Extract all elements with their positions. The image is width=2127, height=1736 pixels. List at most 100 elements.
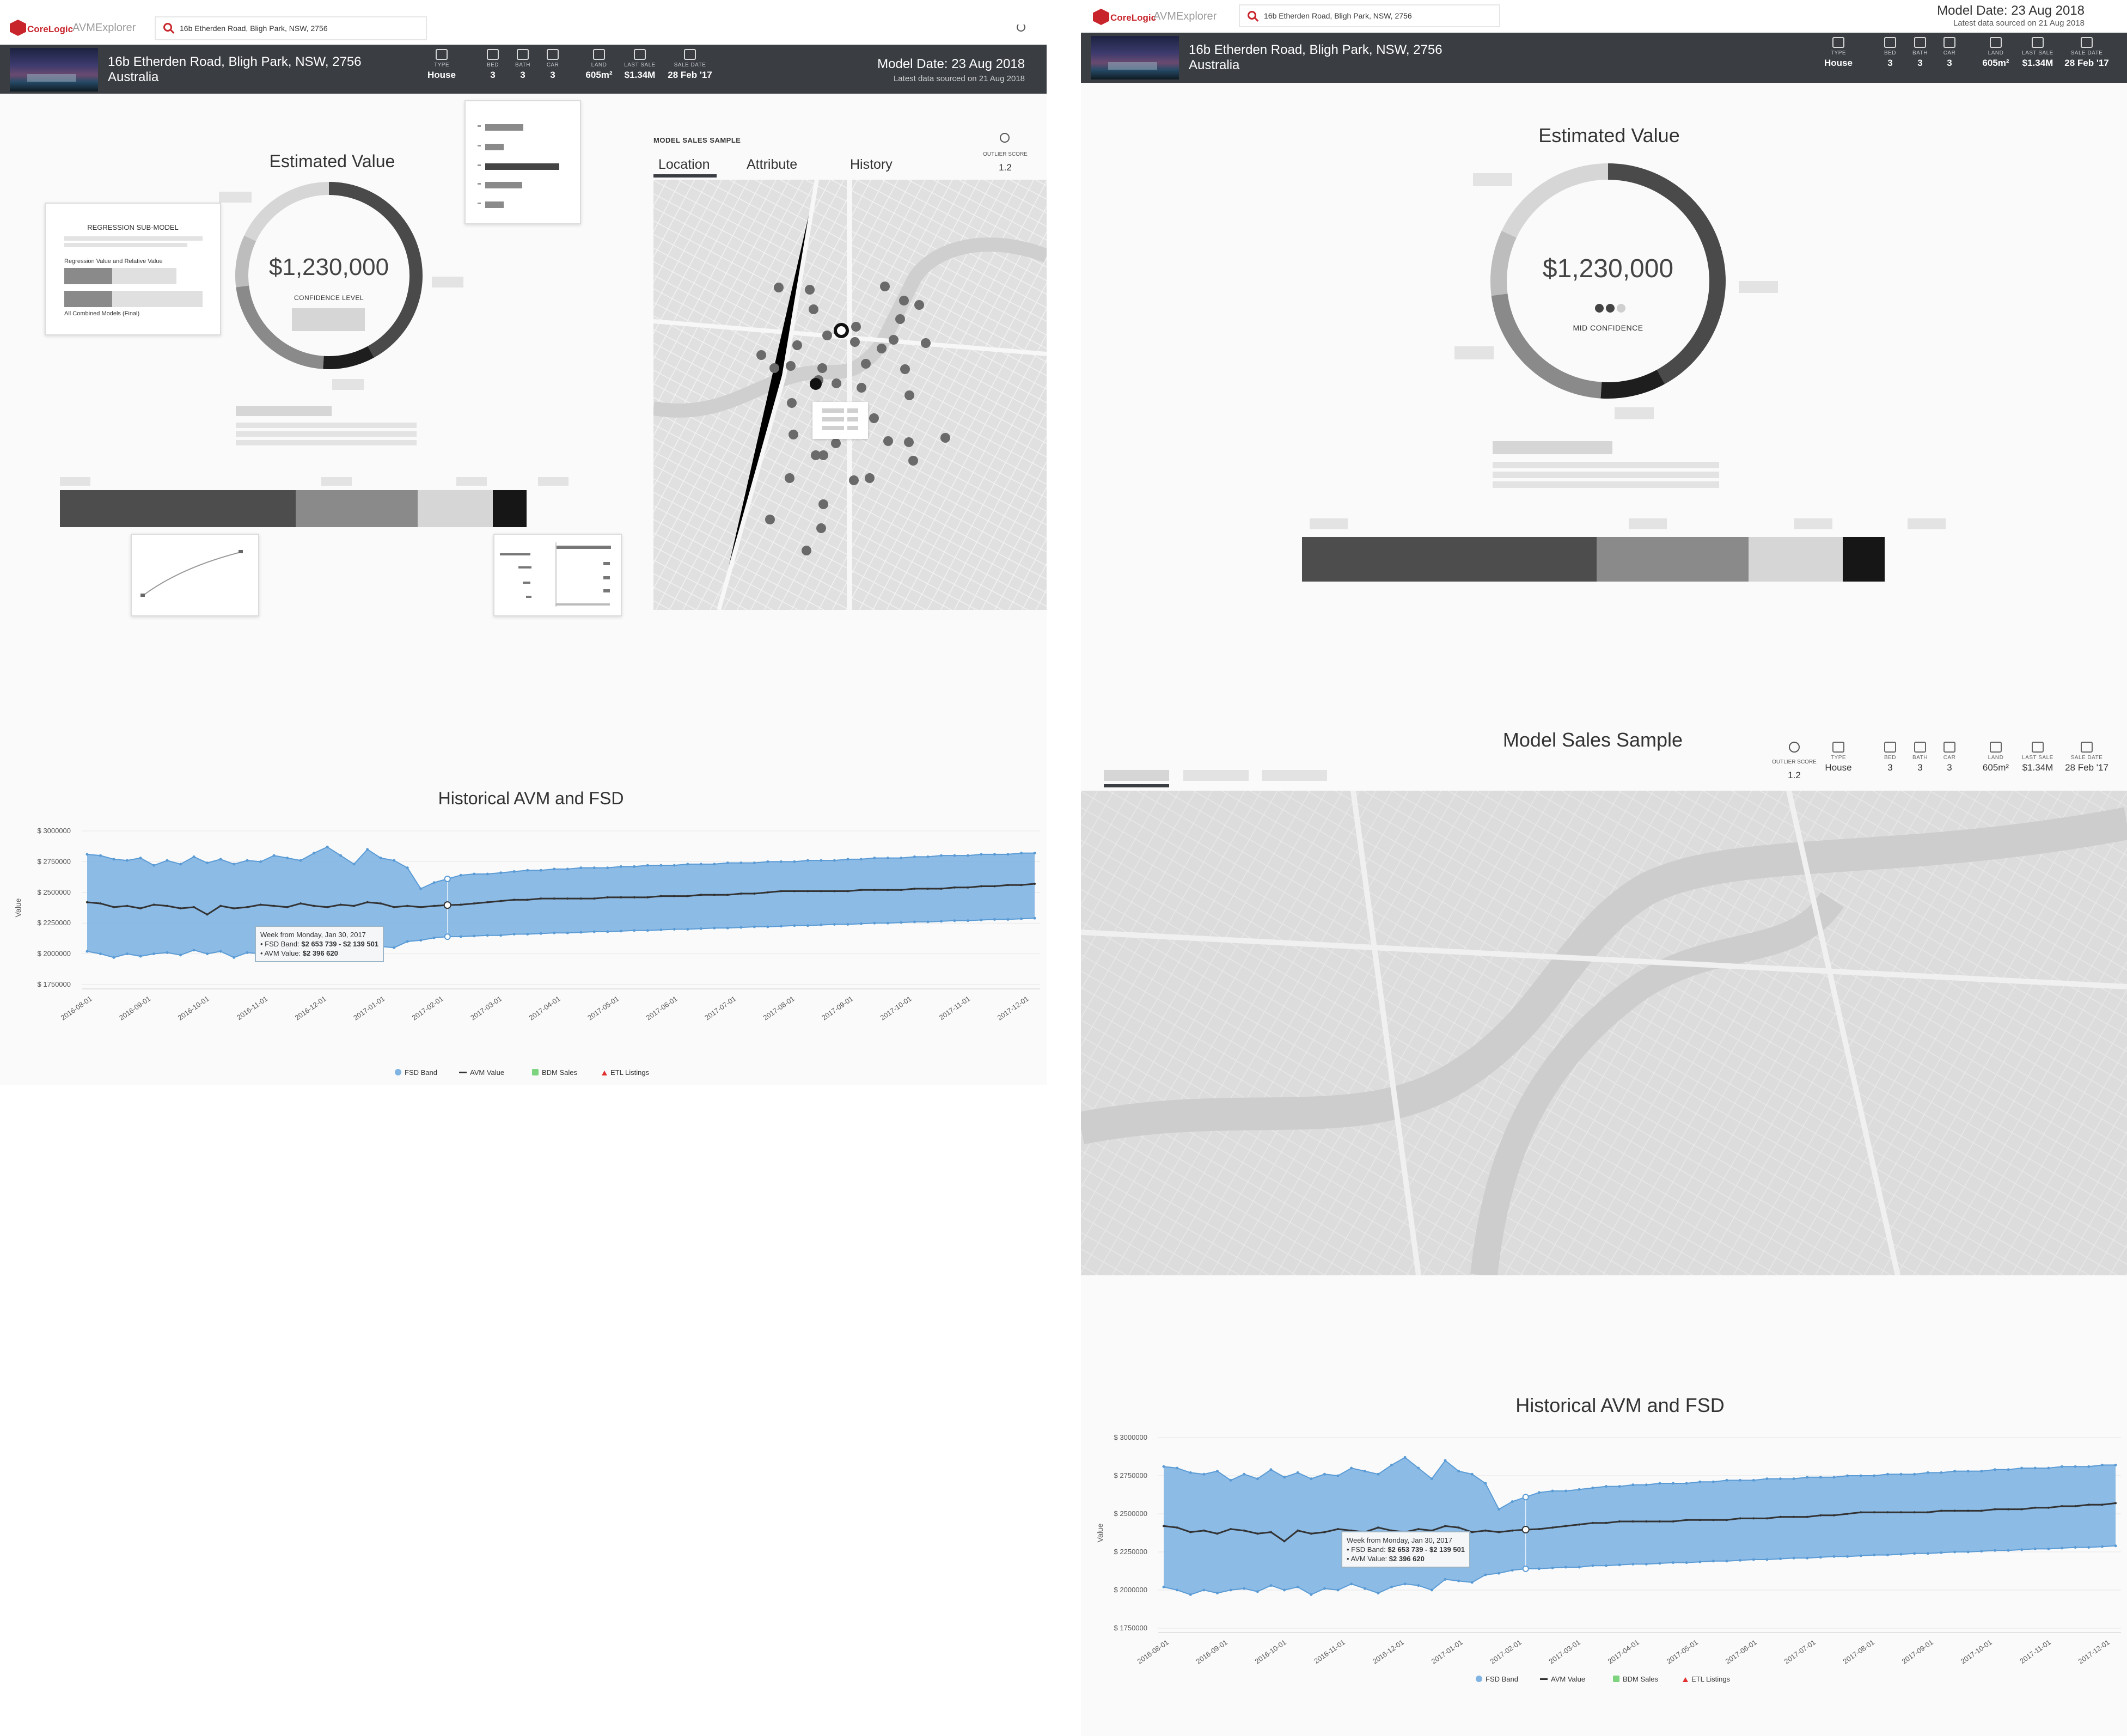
fsd-point [1980,1470,1983,1473]
sales-map[interactable] [653,180,1047,610]
avm-point [2034,1506,2037,1509]
price-tag-icon [2032,37,2044,48]
sale-point[interactable] [904,437,914,447]
outlier-search-icon [1789,742,1800,753]
legend-item[interactable]: AVM Value [459,1068,504,1077]
sale-point[interactable] [816,523,826,533]
legend-item[interactable]: BDM Sales [1613,1675,1658,1683]
sale-point[interactable] [774,283,784,292]
refresh-icon[interactable] [1017,23,1025,32]
calendar-icon [2081,742,2093,753]
hover-point[interactable] [1521,1525,1530,1533]
sale-point[interactable] [869,413,879,423]
search-input[interactable] [180,17,423,39]
legend-label: AVM Value [470,1068,505,1077]
avm-point [820,890,822,893]
sale-point[interactable] [787,398,797,408]
sale-point[interactable] [805,285,815,295]
sale-point[interactable] [865,473,875,483]
avm-point [1685,1519,1688,1521]
fsd-point [486,934,489,937]
sale-point[interactable] [877,344,887,353]
sale-point[interactable] [831,438,841,448]
tooltip-fsd: $2 653 739 - $2 139 501 [301,940,379,948]
fsd-point [1926,1552,1929,1555]
fsd-point [1685,1482,1688,1485]
sale-point[interactable] [765,515,775,524]
sale-point[interactable] [921,338,931,348]
fsd-point [980,853,983,856]
x-tick-label: 2016-08-01 [1136,1638,1170,1665]
legend-item[interactable]: AVM Value [1540,1675,1585,1683]
tab-attribute[interactable] [1183,770,1249,781]
avm-point [526,898,529,901]
placeholder-label [456,477,487,486]
sale-point[interactable] [817,363,827,373]
avm-point [1953,1509,1956,1512]
model-sales-title: Model Sales Sample [1502,729,1683,751]
sales-map[interactable] [1081,791,2127,1275]
sale-point[interactable] [851,322,861,332]
legend-item[interactable]: FSD Band [395,1068,437,1077]
avm-point [1793,1515,1795,1518]
fsd-point [85,853,89,856]
x-tick-label: 2017-07-01 [703,994,737,1022]
range-segment [60,490,296,527]
search-box[interactable] [155,16,427,40]
sale-point[interactable] [850,337,860,347]
sale-point[interactable] [811,450,821,460]
hover-point[interactable] [1522,1565,1529,1572]
hover-point[interactable] [444,933,451,940]
sale-point[interactable] [832,378,841,388]
legend-item[interactable]: FSD Band [1476,1675,1518,1683]
sale-point[interactable] [802,546,811,555]
sale-point[interactable] [914,300,924,310]
sale-point[interactable] [756,350,766,360]
sale-point[interactable] [786,361,796,371]
sale-point[interactable] [889,335,899,345]
sale-point[interactable] [792,340,802,350]
legend-item[interactable]: ETL Listings [602,1068,649,1077]
sale-point[interactable] [857,383,866,393]
sale-point[interactable] [908,456,918,466]
sale-point[interactable] [818,499,828,509]
fsd-point [1832,1555,1836,1558]
hover-point[interactable] [1522,1494,1529,1501]
y-tick-label: $ 2250000 [38,919,71,927]
tab-history[interactable] [1262,770,1327,781]
sale-point[interactable] [861,359,871,369]
placeholder-label [1739,281,1778,293]
avm-point [1591,1521,1594,1524]
fsd-point [1176,1588,1179,1592]
sale-point[interactable] [895,314,905,324]
subject-property-marker[interactable] [834,323,849,338]
fsd-point [1269,1584,1273,1587]
sale-point[interactable] [899,296,909,305]
sale-point[interactable] [809,304,818,314]
sale-point[interactable] [900,364,910,374]
fsd-point [179,863,182,866]
sale-point[interactable] [785,473,794,483]
sale-point[interactable] [940,433,950,443]
tab-location[interactable] [1104,770,1169,781]
search-input[interactable] [1264,5,1496,26]
avm-point [2087,1503,2090,1506]
hover-point[interactable] [443,901,451,909]
search-box[interactable] [1239,4,1500,27]
tab-history[interactable]: History [850,157,893,173]
sale-point[interactable] [904,390,914,400]
tab-attribute[interactable]: Attribute [747,157,797,173]
hover-point[interactable] [444,875,451,882]
sale-point[interactable] [769,363,779,373]
tab-location[interactable]: Location [658,157,710,173]
sale-point[interactable] [880,282,890,291]
sale-point[interactable] [789,430,798,439]
selected-sale-point[interactable] [810,378,822,390]
legend-item[interactable]: ETL Listings [1683,1675,1730,1683]
fsd-point [486,872,489,876]
sale-point[interactable] [822,331,832,340]
legend-item[interactable]: BDM Sales [532,1068,577,1077]
sale-point[interactable] [883,436,893,446]
sale-point[interactable] [849,475,859,485]
fsd-point [1966,1470,1970,1473]
